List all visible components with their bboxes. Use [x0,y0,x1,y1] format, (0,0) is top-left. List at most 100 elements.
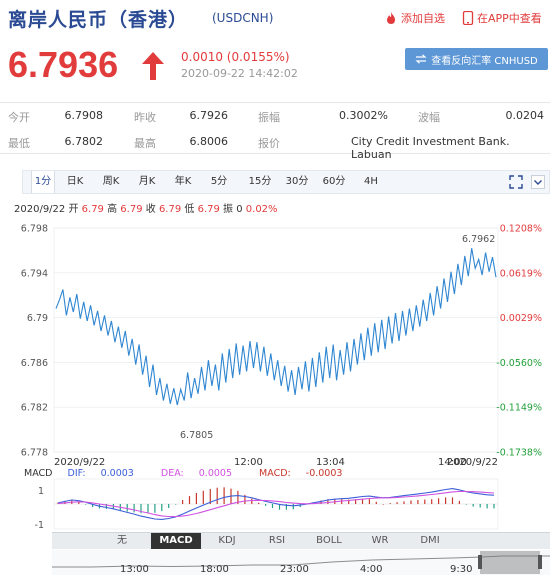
macd-histogram-bar [417,500,419,504]
add-watchlist-label: 添加自选 [401,12,445,25]
tab-monthly[interactable]: 月K [135,171,159,193]
view-in-app-link[interactable]: 在APP中查看 [462,10,542,26]
macd-histogram-bar [465,504,467,505]
stats-panel: 今开 6.7908 昨收 6.7926 振幅 0.3002% 波幅 0.0204… [0,102,550,161]
indicator-tab-rsi[interactable]: RSI [254,533,300,549]
macd-histogram-bar [389,503,391,504]
range-navigator[interactable]: 13:00 18:00 23:00 4:00 9:30 [52,550,550,575]
summary-amp-label: 振 [223,204,234,215]
page-title: 离岸人民币（香港） [8,9,189,31]
quote-header: 离岸人民币（香港） (USDCNH) 添加自选 在APP中查看 [0,0,550,36]
intraday-chart[interactable]: 6.798 6.794 6.79 6.786 6.782 6.778 0.1208% 0.0… [0,216,550,469]
range-handle-left[interactable] [478,555,482,569]
quote-source-label: 报价 [258,137,280,150]
low-label: 最低 [8,137,30,150]
prev-close-value: 6.7926 [189,109,229,122]
indicator-tab-kdj[interactable]: KDJ [204,533,250,549]
high-value: 6.8006 [189,135,229,148]
summary-open: 6.79 [81,204,104,215]
overview-time-label: 13:00 [120,564,149,575]
macd-histogram-bar [195,493,197,504]
macd-histogram-bar [368,499,370,504]
amplitude-label: 振幅 [258,111,280,124]
macd-histogram-bar [431,499,433,504]
indicator-tab-macd[interactable]: MACD [151,533,201,549]
macd-histogram-bar [147,504,149,514]
tab-yearly[interactable]: 年K [171,171,195,193]
summary-amp: 0 [236,204,243,215]
pct-tick-label: 0.0029% [500,313,542,324]
overview-time-label: 4:00 [360,564,382,575]
macd-histogram-bar [265,504,267,506]
high-marker-label: 6.7962 [462,234,495,245]
summary-low-label: 低 [184,204,195,215]
tab-weekly[interactable]: 周K [99,171,123,193]
macd-histogram-bar [445,497,447,504]
macd-histogram-bar [410,500,412,504]
volatility-label: 波幅 [418,111,440,124]
macd-histogram-bar [251,498,253,504]
indicator-tab-none[interactable]: 无 [100,533,144,549]
volatility-value: 0.0204 [505,109,545,122]
x-tick-label: 2020/9/22 [447,457,498,468]
overview-time-label: 23:00 [280,564,309,575]
pct-tick-label: -0.1738% [496,448,542,459]
overview-time-label: 9:30 [450,564,472,575]
summary-high: 6.79 [120,204,143,215]
tab-30min[interactable]: 30分 [282,171,312,193]
current-price: 6.7936 [8,44,119,85]
quote-source-value: City Credit Investment Bank. Labuan [351,135,510,161]
period-tab-bar: 1分 日K 周K 月K 年K 5分 15分 30分 60分 4H [22,170,550,194]
macd-histogram-bar [182,500,184,504]
ohlc-summary: 2020/9/22 开 6.79 高 6.79 收 6.79 低 6.79 振 … [14,200,278,215]
tab-15min[interactable]: 15分 [245,171,275,193]
macd-histogram-bar [403,501,405,504]
add-watchlist-link[interactable]: 添加自选 [384,10,445,26]
x-tick-label: 2020/9/22 [54,457,105,468]
low-marker-label: 6.7805 [180,430,213,441]
macd-histogram-bar [133,504,135,513]
macd-histogram-bar [258,502,260,504]
summary-high-label: 高 [107,204,118,215]
y-tick-label: 6.794 [21,268,48,279]
indicator-tab-boll[interactable]: BOLL [304,533,354,549]
tab-daily[interactable]: 日K [63,171,87,193]
pct-tick-label: -0.0560% [496,358,542,369]
tab-60min[interactable]: 60分 [319,171,349,193]
pct-tick-label: 0.1208% [500,224,542,235]
macd-chart: 1 -1 [35,478,499,530]
swap-icon [415,54,427,64]
range-selection[interactable] [480,551,540,574]
up-arrow-icon [142,52,164,80]
macd-histogram-bar [168,504,170,508]
summary-pct: 0.02% [245,204,278,215]
macd-histogram-bar [493,504,495,509]
tab-5min[interactable]: 5分 [207,171,231,193]
summary-low: 6.79 [197,204,220,215]
stats-row: 最低 6.7802 最高 6.8006 报价 City Credit Inves… [0,129,550,161]
macd-tick-upper: 1 [38,486,44,497]
tab-4h[interactable]: 4H [359,171,383,193]
view-in-app-label: 在APP中查看 [477,12,542,25]
x-tick-label: 12:00 [234,457,263,468]
indicator-tab-wr[interactable]: WR [357,533,403,549]
ticker-code: (USDCNH) [212,11,274,25]
y-tick-label: 6.79 [27,313,48,324]
macd-histogram-bar [375,501,377,504]
y-tick-label: 6.778 [21,448,48,459]
chevron-down-icon[interactable] [531,175,545,189]
reverse-rate-label: 查看反向汇率 CNHUSD [431,55,538,67]
tab-1min[interactable]: 1分 [31,171,55,193]
pct-tick-label: -0.1149% [496,403,542,414]
macd-histogram-bar [472,504,474,507]
macd-histogram-bar [85,504,87,505]
price-change: 0.0010 (0.0155%) [181,50,290,64]
reverse-rate-button[interactable]: 查看反向汇率 CNHUSD [405,48,548,70]
open-value: 6.7908 [64,109,104,122]
open-label: 今开 [8,111,30,124]
fullscreen-icon[interactable] [509,175,523,189]
range-handle-right[interactable] [538,555,542,569]
fire-icon [387,12,395,24]
summary-close-label: 收 [145,204,156,215]
indicator-tab-dmi[interactable]: DMI [407,533,453,549]
